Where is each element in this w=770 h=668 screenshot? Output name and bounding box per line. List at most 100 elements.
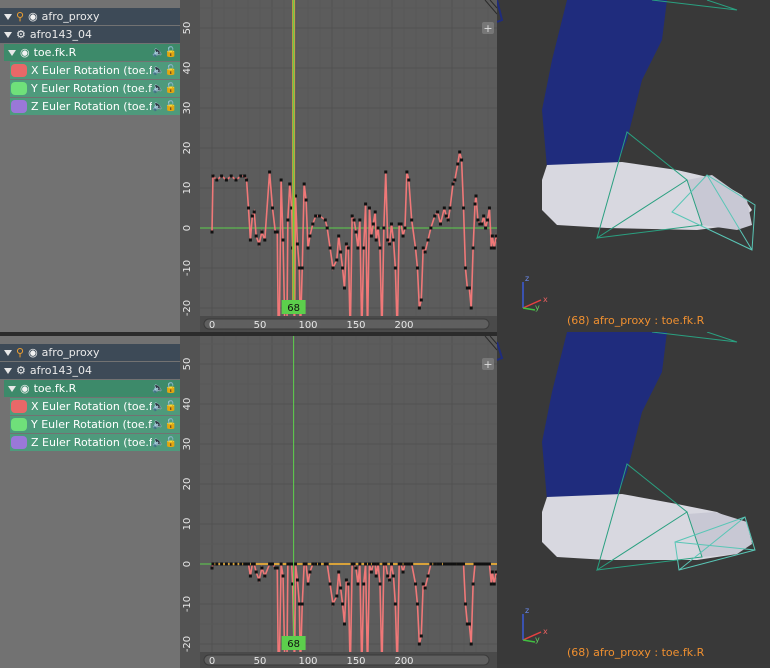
keyframe-point[interactable] (462, 563, 465, 566)
keyframe-point[interactable] (243, 175, 246, 178)
keyframe-point[interactable] (335, 595, 338, 598)
keyframe-point[interactable] (427, 239, 430, 242)
keyframe-point[interactable] (282, 239, 285, 242)
keyframe-point[interactable] (255, 571, 258, 574)
keyframe-point[interactable] (311, 563, 314, 566)
keyframe-point[interactable] (462, 207, 465, 210)
keyframe-point[interactable] (374, 211, 377, 214)
keyframe-point[interactable] (403, 227, 406, 230)
keyframe-point[interactable] (253, 211, 256, 214)
channel-group-row[interactable]: ◉ toe.fk.R 🔈🔓 (4, 380, 180, 397)
keyframe-point[interactable] (271, 563, 274, 566)
keyframe-point[interactable] (305, 199, 308, 202)
channel-object-row[interactable]: ⚲ ◉ afro_proxy (0, 8, 180, 25)
keyframe-point[interactable] (379, 583, 382, 586)
keyframe-point[interactable] (305, 563, 308, 566)
keyframe-point[interactable] (470, 307, 473, 310)
mute-lock-icons[interactable]: 🔈🔓 (152, 47, 180, 58)
keyframe-point[interactable] (472, 583, 475, 586)
keyframe-point[interactable] (482, 215, 485, 218)
keyframe-point[interactable] (268, 563, 271, 566)
keyframe-point[interactable] (384, 171, 387, 174)
keyframe-point[interactable] (235, 179, 238, 182)
keyframe-point[interactable] (379, 247, 382, 250)
mute-lock-icons[interactable]: 🔈🔓 (152, 383, 180, 394)
keyframe-point[interactable] (343, 623, 346, 626)
keyframe-point[interactable] (337, 235, 340, 238)
keyframe-point[interactable] (220, 175, 223, 178)
keyframe-point[interactable] (239, 563, 242, 566)
expand-triangle-icon[interactable] (4, 32, 12, 38)
keyframe-point[interactable] (335, 259, 338, 262)
keyframe-point[interactable] (364, 563, 367, 566)
fcurve-z-row[interactable]: Z Euler Rotation (toe.fk.R) 🔈🔓 (10, 434, 180, 451)
fcurve-graph-top[interactable]: 50403020100-10-2068050100150200+ (180, 0, 497, 332)
keyframe-point[interactable] (388, 243, 391, 246)
keyframe-point[interactable] (258, 243, 261, 246)
3d-viewport-top[interactable]: z x y (68) afro_proxy : toe.fk.R (497, 0, 770, 332)
keyframe-point[interactable] (353, 563, 356, 566)
keyframe-point[interactable] (493, 247, 496, 250)
keyframe-point[interactable] (493, 583, 496, 586)
keyframe-point[interactable] (314, 215, 317, 218)
expand-triangle-icon[interactable] (8, 50, 16, 56)
fcurve-color-swatch[interactable] (11, 64, 27, 77)
keyframe-point[interactable] (339, 251, 342, 254)
keyframe-point[interactable] (355, 567, 358, 570)
keyframe-point[interactable] (386, 575, 389, 578)
keyframe-point[interactable] (472, 247, 475, 250)
keyframe-point[interactable] (405, 171, 408, 174)
keyframe-point[interactable] (468, 287, 471, 290)
keyframe-point[interactable] (474, 203, 477, 206)
keyframe-point[interactable] (427, 575, 430, 578)
mute-lock-icons[interactable]: 🔈🔓 (152, 437, 180, 448)
keyframe-point[interactable] (301, 267, 304, 270)
keyframe-point[interactable] (271, 207, 274, 210)
keyframe-point[interactable] (343, 287, 346, 290)
keyframe-point[interactable] (402, 571, 405, 574)
keyframe-point[interactable] (301, 603, 304, 606)
keyframe-point[interactable] (307, 583, 310, 586)
fcurve-y-row[interactable]: Y Euler Rotation (toe.fk.R) 🔈🔓 (10, 416, 180, 433)
keyframe-point[interactable] (260, 567, 263, 570)
keyframe-point[interactable] (288, 183, 291, 186)
keyframe-point[interactable] (339, 587, 342, 590)
keyframe-point[interactable] (296, 579, 299, 582)
keyframe-point[interactable] (303, 183, 306, 186)
keyframe-point[interactable] (247, 207, 250, 210)
keyframe-point[interactable] (215, 563, 218, 566)
keyframe-point[interactable] (402, 235, 405, 238)
channel-action-row[interactable]: ⚙ afro143_04 (0, 362, 180, 379)
mute-lock-icons[interactable]: 🔈🔓 (152, 401, 180, 412)
keyframe-point[interactable] (331, 603, 334, 606)
keyframe-point[interactable] (215, 179, 218, 182)
mute-lock-icons[interactable]: 🔈🔓 (152, 419, 180, 430)
keyframe-point[interactable] (239, 175, 242, 178)
eye-icon[interactable]: ◉ (20, 46, 30, 59)
keyframe-point[interactable] (447, 219, 450, 222)
keyframe-point[interactable] (453, 563, 456, 566)
keyframe-point[interactable] (249, 575, 252, 578)
keyframe-point[interactable] (249, 239, 252, 242)
keyframe-point[interactable] (247, 563, 250, 566)
keyframe-point[interactable] (251, 215, 254, 218)
keyframe-point[interactable] (410, 563, 413, 566)
keyframe-point[interactable] (351, 215, 354, 218)
keyframe-point[interactable] (445, 215, 448, 218)
keyframe-point[interactable] (429, 563, 432, 566)
keyframe-point[interactable] (488, 207, 491, 210)
keyframe-point[interactable] (414, 247, 417, 250)
keyframe-point[interactable] (424, 251, 427, 254)
keyframe-point[interactable] (353, 219, 356, 222)
keyframe-point[interactable] (331, 267, 334, 270)
keyframe-point[interactable] (345, 243, 348, 246)
fcurve-color-swatch[interactable] (11, 100, 27, 113)
keyframe-point[interactable] (311, 223, 314, 226)
keyframe-point[interactable] (235, 563, 238, 566)
keyframe-point[interactable] (392, 575, 395, 578)
fcurve-x-row[interactable]: X Euler Rotation (toe.fk.R) 🔈🔓 (10, 398, 180, 415)
keyframe-point[interactable] (443, 207, 446, 210)
keyframe-point[interactable] (253, 563, 256, 566)
keyframe-point[interactable] (358, 219, 361, 222)
eye-icon[interactable]: ◉ (20, 382, 30, 395)
